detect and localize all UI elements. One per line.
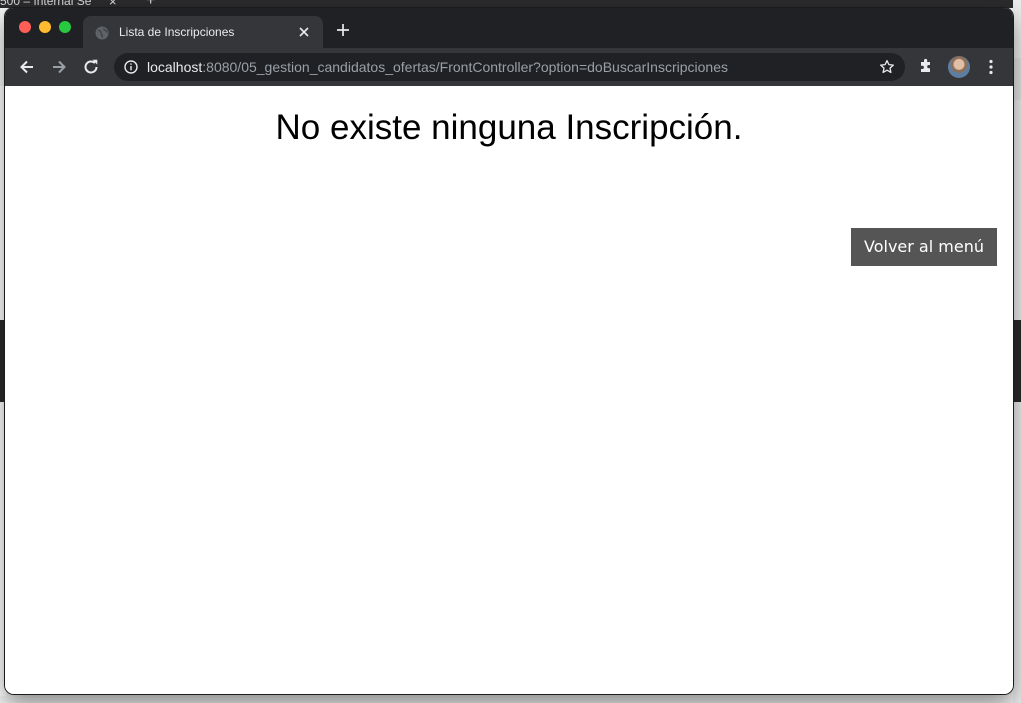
back-to-menu-button[interactable]: Volver al menú xyxy=(851,228,997,266)
address-bar[interactable]: localhost:8080/05_gestion_candidatos_ofe… xyxy=(114,53,905,81)
background-dark-band-right xyxy=(1013,320,1021,402)
info-icon[interactable] xyxy=(124,60,138,74)
browser-window: Lista de Inscripciones localhost:8080/05… xyxy=(5,8,1013,694)
browser-toolbar: localhost:8080/05_gestion_candidatos_ofe… xyxy=(5,48,1013,86)
url-path: :8080/05_gestion_candidatos_ofertas/Fron… xyxy=(202,59,728,75)
forward-icon[interactable] xyxy=(50,58,68,76)
title-bar: Lista de Inscripciones xyxy=(5,8,1013,48)
background-tab-strip: 500 – Internal Se × + xyxy=(0,0,1021,9)
back-icon[interactable] xyxy=(18,58,36,76)
background-toolbar-right xyxy=(1013,58,1021,100)
tab-title: Lista de Inscripciones xyxy=(119,25,235,39)
close-window-button[interactable] xyxy=(19,21,31,33)
globe-icon xyxy=(95,26,109,40)
avatar[interactable] xyxy=(948,56,970,78)
url-text[interactable]: localhost:8080/05_gestion_candidatos_ofe… xyxy=(147,59,728,75)
tab-active[interactable]: Lista de Inscripciones xyxy=(83,16,323,48)
maximize-window-button[interactable] xyxy=(59,21,71,33)
close-tab-icon[interactable] xyxy=(297,25,311,39)
background-tab-title[interactable]: 500 – Internal Se xyxy=(0,0,91,8)
url-host: localhost xyxy=(147,59,203,75)
minimize-window-button[interactable] xyxy=(39,21,51,33)
page-title: No existe ninguna Inscripción. xyxy=(275,108,743,147)
page-content: No existe ninguna Inscripción. Volver al… xyxy=(5,86,1013,694)
extensions-icon[interactable] xyxy=(917,58,935,76)
menu-icon[interactable] xyxy=(982,58,1000,76)
new-tab-icon[interactable] xyxy=(335,22,351,38)
star-icon[interactable] xyxy=(879,59,895,75)
reload-icon[interactable] xyxy=(82,58,100,76)
